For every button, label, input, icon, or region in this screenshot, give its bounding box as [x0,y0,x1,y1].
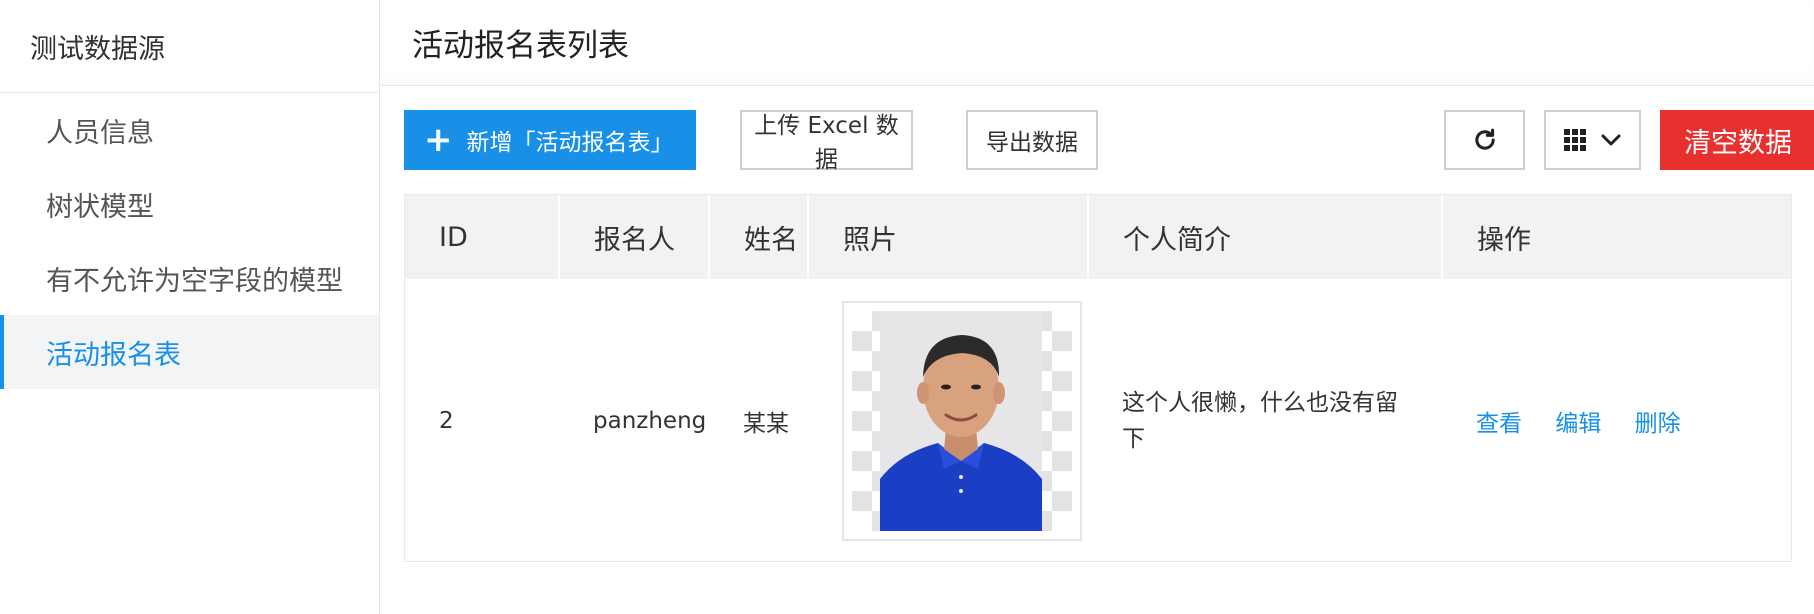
app: 测试数据源 人员信息 树状模型 有不允许为空字段的模型 活动报名表 活动报名表列… [0,0,1814,614]
column-view-dropdown[interactable] [1544,110,1641,170]
column-header-name: 姓名 [709,195,809,279]
sidebar-item-label: 有不允许为空字段的模型 [46,265,343,297]
upload-excel-label: 上传 Excel 数据 [754,113,899,173]
sidebar-item-label: 人员信息 [46,117,154,149]
records-table: ID 报名人 姓名 照片 个人简介 操作 2 panzheng 某某 这个人很懒… [404,194,1792,562]
sidebar-title: 测试数据源 [0,0,379,93]
sidebar: 测试数据源 人员信息 树状模型 有不允许为空字段的模型 活动报名表 [0,0,380,614]
clear-data-button[interactable]: 清空数据 [1660,110,1814,170]
sidebar-item-non-null-model[interactable]: 有不允许为空字段的模型 [0,241,379,315]
cell-registrant: panzheng [593,407,707,434]
upload-excel-button[interactable]: 上传 Excel 数据 [740,110,913,173]
toolbar: + 新增「活动报名表」 上传 Excel 数据 导出数据 清空数据 [404,110,1814,173]
cell-id: 2 [439,407,454,434]
add-record-label: 新增「活动报名表」 [466,130,674,156]
photo-transparency-bg [852,310,1072,531]
data-table: ID 报名人 姓名 照片 个人简介 操作 2 panzheng 某某 这个人很懒… [405,195,1791,562]
sidebar-item-label: 活动报名表 [46,339,181,371]
column-header-registrant: 报名人 [559,195,710,279]
sidebar-item-label: 树状模型 [46,191,154,223]
sidebar-item-tree-model[interactable]: 树状模型 [0,167,379,241]
sidebar-nav: 人员信息 树状模型 有不允许为空字段的模型 活动报名表 [0,93,379,389]
plus-icon: + [424,120,453,160]
sidebar-item-person-info[interactable]: 人员信息 [0,93,379,167]
column-header-actions: 操作 [1477,224,1531,256]
sidebar-item-event-registration[interactable]: 活动报名表 [0,315,379,389]
photo-thumbnail[interactable] [842,300,1082,541]
clear-data-label: 清空数据 [1684,127,1792,159]
cell-name: 某某 [743,410,789,437]
refresh-icon [1474,128,1495,150]
refresh-button[interactable] [1444,110,1525,170]
export-data-label: 导出数据 [986,130,1078,156]
view-link[interactable]: 查看 [1476,411,1522,437]
cell-photo [808,279,1088,562]
add-record-button[interactable]: + 新增「活动报名表」 [404,110,696,170]
column-header-photo: 照片 [808,195,1089,279]
export-data-button[interactable]: 导出数据 [966,110,1098,170]
portrait-photo [880,310,1042,531]
edit-link[interactable]: 编辑 [1555,411,1601,437]
cell-bio: 这个人很懒，什么也没有留下 [1122,389,1398,452]
table-header-row: ID 报名人 姓名 照片 个人简介 操作 [405,195,1791,279]
cell-actions: 查看 编辑 删除 [1442,279,1791,562]
chevron-down-icon [1601,134,1620,146]
table-row: 2 panzheng 某某 这个人很懒，什么也没有留下 查看 编辑 删除 [405,279,1791,562]
page-title: 活动报名表列表 [380,0,1814,86]
column-header-bio: 个人简介 [1088,195,1443,279]
column-header-id: ID [405,195,560,279]
table-header: ID 报名人 姓名 照片 个人简介 操作 [405,195,1791,279]
delete-link[interactable]: 删除 [1635,411,1681,437]
main-content: 活动报名表列表 + 新增「活动报名表」 上传 Excel 数据 导出数据 清空数… [380,0,1814,614]
grid-icon [1563,129,1586,151]
